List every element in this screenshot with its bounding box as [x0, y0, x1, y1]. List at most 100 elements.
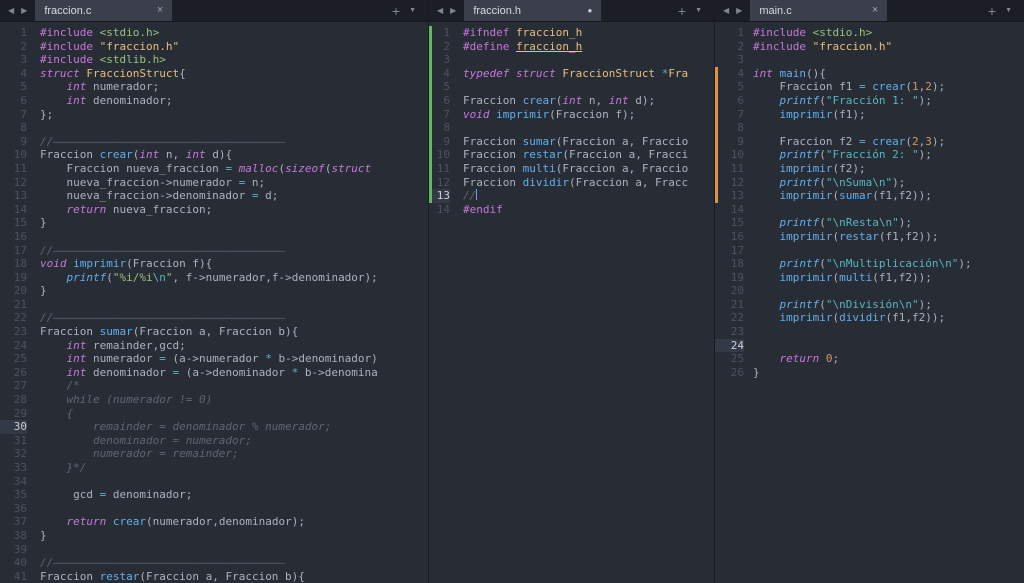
- code-line[interactable]: #include <stdlib.h>: [27, 53, 166, 67]
- line-number[interactable]: 17: [3, 244, 27, 258]
- code-line[interactable]: imprimir(restar(f1,f2));: [744, 230, 939, 244]
- tab-close-icon[interactable]: ×: [872, 5, 878, 16]
- line-number[interactable]: 38: [3, 529, 27, 543]
- tab-main-c[interactable]: main.c ×: [750, 0, 888, 21]
- tab-fraccion-h[interactable]: fraccion.h ●: [464, 0, 602, 21]
- line-number[interactable]: 12: [3, 176, 27, 190]
- code-line[interactable]: nueva_fraccion->numerador = n;: [27, 176, 265, 190]
- minimap[interactable]: #ifndef fraccion_h#define fraccion_htype…: [691, 26, 709, 62]
- line-number[interactable]: 25: [718, 352, 744, 366]
- line-number[interactable]: 8: [718, 121, 744, 135]
- code-line[interactable]: //———————————————————————————————————: [27, 135, 285, 149]
- line-number[interactable]: 27: [3, 379, 27, 393]
- line-number[interactable]: 21: [3, 298, 27, 312]
- line-number[interactable]: 18: [3, 257, 27, 271]
- tab-close-icon[interactable]: ×: [157, 5, 163, 16]
- code-line[interactable]: printf("\nMultiplicación\n");: [744, 257, 972, 271]
- line-number[interactable]: 9: [432, 135, 450, 149]
- code-line[interactable]: Fraccion crear(int n, int d);: [450, 94, 655, 108]
- line-number[interactable]: 11: [718, 162, 744, 176]
- tab-modified-icon[interactable]: ●: [587, 6, 592, 15]
- code-line[interactable]: }: [27, 284, 47, 298]
- line-number[interactable]: 33: [3, 461, 27, 475]
- line-number[interactable]: 30: [3, 420, 27, 434]
- code-line[interactable]: [27, 298, 40, 312]
- line-number[interactable]: 40: [3, 556, 27, 570]
- line-number[interactable]: 11: [3, 162, 27, 176]
- line-number[interactable]: 26: [718, 366, 744, 380]
- code-line[interactable]: [744, 325, 753, 339]
- line-number[interactable]: 22: [718, 311, 744, 325]
- code-editor[interactable]: 1 #include <stdio.h> 2 #include "fraccion.h…: [0, 22, 428, 583]
- line-number[interactable]: 3: [432, 53, 450, 67]
- tab-overflow-icon[interactable]: ▼: [695, 7, 702, 14]
- code-line[interactable]: #include "fraccion.h": [27, 40, 179, 54]
- code-line[interactable]: }: [744, 366, 760, 380]
- line-number[interactable]: 19: [3, 271, 27, 285]
- code-line[interactable]: Fraccion f2 = crear(2,3);: [744, 135, 945, 149]
- code-line[interactable]: Fraccion nueva_fraccion = malloc(sizeof(…: [27, 162, 378, 176]
- line-number[interactable]: 41: [3, 570, 27, 583]
- code-line[interactable]: printf("\nDivisión\n");: [744, 298, 932, 312]
- line-number[interactable]: 2: [432, 40, 450, 54]
- line-number[interactable]: 11: [432, 162, 450, 176]
- code-line[interactable]: printf("Fracción 2: ");: [744, 148, 932, 162]
- code-line[interactable]: [744, 121, 753, 135]
- code-line[interactable]: //———————————————————————————————————: [27, 556, 285, 570]
- code-line[interactable]: return crear(numerador,denominador);: [27, 515, 305, 529]
- line-number[interactable]: 29: [3, 407, 27, 421]
- code-line[interactable]: #define fraccion_h: [450, 40, 582, 54]
- code-line[interactable]: [27, 502, 40, 516]
- code-line[interactable]: printf("\nResta\n");: [744, 216, 912, 230]
- line-number[interactable]: 28: [3, 393, 27, 407]
- line-number[interactable]: 5: [432, 80, 450, 94]
- code-line[interactable]: imprimir(f2);: [744, 162, 866, 176]
- code-line[interactable]: Fraccion dividir(Fraccion a, Fracc: [450, 176, 688, 190]
- line-number[interactable]: 31: [3, 434, 27, 448]
- code-line[interactable]: int remainder,gcd;: [27, 339, 186, 353]
- tab-overflow-icon[interactable]: ▼: [1005, 7, 1012, 14]
- code-line[interactable]: /*: [27, 379, 79, 393]
- minimap[interactable]: #include <stdio.h>#include "fraccion.h"i…: [1000, 26, 1020, 88]
- line-number[interactable]: 9: [3, 135, 27, 149]
- line-number[interactable]: 32: [3, 447, 27, 461]
- line-number[interactable]: 22: [3, 311, 27, 325]
- code-line[interactable]: [27, 543, 40, 557]
- line-number[interactable]: 2: [3, 40, 27, 54]
- code-line[interactable]: }*/: [27, 461, 86, 475]
- line-number[interactable]: 3: [3, 53, 27, 67]
- code-line[interactable]: typedef struct FraccionStruct *Fra: [450, 67, 688, 81]
- line-number[interactable]: 7: [432, 108, 450, 122]
- code-line[interactable]: printf("Fracción 1: ");: [744, 94, 932, 108]
- pane-back-icon[interactable]: ◀: [723, 6, 729, 15]
- code-line[interactable]: Fraccion crear(int n, int d){: [27, 148, 232, 162]
- code-editor[interactable]: 1 #include <stdio.h> 2 #include "fraccion.h…: [715, 22, 1024, 583]
- line-number[interactable]: 10: [3, 148, 27, 162]
- code-line[interactable]: #endif: [450, 203, 503, 217]
- pane-back-icon[interactable]: ◀: [437, 6, 443, 15]
- code-line[interactable]: #ifndef fraccion_h: [450, 26, 582, 40]
- line-number[interactable]: 35: [3, 488, 27, 502]
- line-number[interactable]: 14: [3, 203, 27, 217]
- line-number[interactable]: 5: [3, 80, 27, 94]
- code-line[interactable]: int numerador;: [27, 80, 160, 94]
- line-number[interactable]: 24: [3, 339, 27, 353]
- code-line[interactable]: [450, 80, 463, 94]
- line-number[interactable]: 16: [718, 230, 744, 244]
- line-number[interactable]: 4: [718, 67, 744, 81]
- code-line[interactable]: return nueva_fraccion;: [27, 203, 213, 217]
- line-number[interactable]: 1: [3, 26, 27, 40]
- line-number[interactable]: 17: [718, 244, 744, 258]
- code-line[interactable]: Fraccion multi(Fraccion a, Fraccio: [450, 162, 688, 176]
- code-line[interactable]: {: [27, 407, 73, 421]
- code-line[interactable]: int denominador = (a->denominador * b->d…: [27, 366, 379, 380]
- line-number[interactable]: 14: [718, 203, 744, 217]
- line-number[interactable]: 25: [3, 352, 27, 366]
- line-number[interactable]: 9: [718, 135, 744, 149]
- code-line[interactable]: };: [27, 108, 53, 122]
- line-number[interactable]: 34: [3, 475, 27, 489]
- code-line[interactable]: }: [27, 216, 47, 230]
- code-editor[interactable]: 1 #ifndef fraccion_h 2 #define fraccion_h 3 4…: [429, 22, 714, 583]
- line-number[interactable]: 1: [718, 26, 744, 40]
- code-line[interactable]: Fraccion restar(Fraccion a, Fracci: [450, 148, 688, 162]
